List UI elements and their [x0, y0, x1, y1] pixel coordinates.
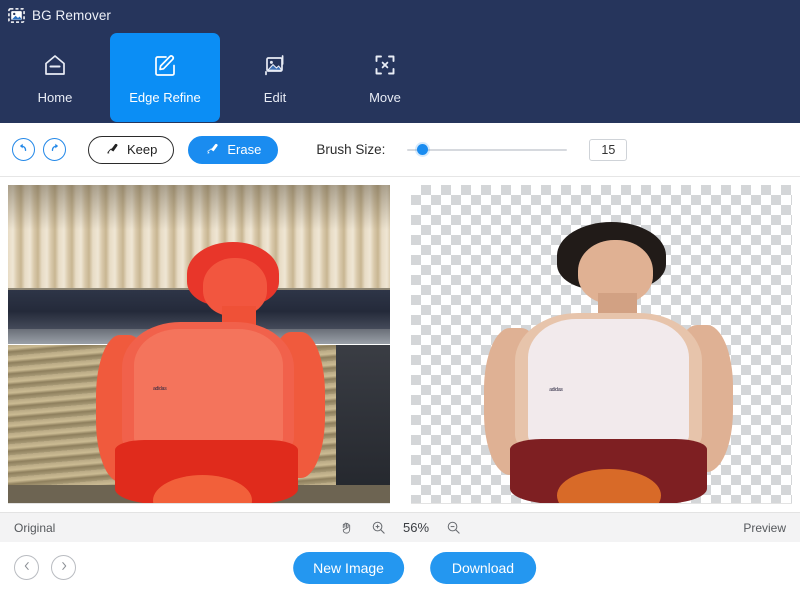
- image-placeholder-icon: [8, 7, 25, 24]
- brush-size-slider[interactable]: [407, 140, 568, 160]
- app-title: BG Remover: [32, 7, 112, 23]
- chevron-left-icon: [21, 559, 33, 577]
- slider-track: [407, 148, 568, 151]
- preview-label: Preview: [743, 520, 786, 535]
- undo-button[interactable]: [12, 138, 35, 161]
- zoom-in-icon[interactable]: [371, 520, 386, 535]
- status-bar: Original 56% Preview: [0, 512, 800, 542]
- preview-bottom-edge: [410, 503, 792, 504]
- nav-label-edge-refine: Edge Refine: [129, 90, 201, 105]
- hand-pan-icon[interactable]: [339, 520, 354, 535]
- zoom-level: 56%: [402, 520, 430, 535]
- undo-arrow-icon: [17, 141, 30, 159]
- keep-tool-label: Keep: [127, 142, 158, 157]
- title-bar: BG Remover: [0, 0, 800, 30]
- original-image-pane[interactable]: adidas: [8, 185, 390, 504]
- previous-image-button[interactable]: [14, 555, 39, 580]
- nav-item-edge-refine[interactable]: Edge Refine: [110, 33, 220, 122]
- footer-actions: New Image Download: [293, 551, 536, 584]
- preview-image-pane[interactable]: adidas: [410, 185, 792, 504]
- image-edit-icon: [260, 50, 290, 80]
- zoom-controls: 56%: [339, 520, 461, 535]
- nav-item-move[interactable]: Move: [330, 33, 440, 122]
- nav-label-move: Move: [369, 90, 401, 105]
- nav-item-edit[interactable]: Edit: [220, 33, 330, 122]
- erase-tool-button[interactable]: Erase: [188, 135, 279, 164]
- erase-tool-label: Erase: [227, 142, 262, 157]
- nav-label-home: Home: [37, 90, 73, 105]
- main-nav: Home Edge Refine Edit Move: [0, 30, 440, 123]
- brush-keep-icon: [105, 141, 120, 159]
- masked-subject: adidas: [8, 185, 390, 504]
- original-label: Original: [14, 520, 56, 535]
- footer-bar: New Image Download: [0, 542, 800, 593]
- download-button[interactable]: Download: [429, 551, 536, 584]
- chevron-right-icon: [58, 559, 70, 577]
- redo-button[interactable]: [43, 138, 66, 161]
- redo-arrow-icon: [48, 141, 61, 159]
- cutout-subject: adidas: [479, 211, 738, 504]
- slider-thumb[interactable]: [417, 144, 429, 155]
- brush-erase-icon: [205, 141, 220, 159]
- edit-pen-square-icon: [150, 50, 180, 80]
- brand-logo: adidas: [152, 385, 167, 392]
- nav-label-edit: Edit: [263, 90, 287, 105]
- nav-item-home[interactable]: Home: [0, 33, 110, 122]
- original-photo: adidas: [8, 185, 390, 504]
- cutout-brand-logo: adidas: [549, 386, 563, 393]
- next-image-button[interactable]: [51, 555, 76, 580]
- editor-canvas: adidas adidas: [0, 177, 800, 512]
- new-image-button[interactable]: New Image: [293, 551, 404, 584]
- bg-remover-window: BG Remover Home Edge Refine Edit Move Ke…: [0, 0, 800, 593]
- move-arrows-icon: [370, 50, 400, 80]
- zoom-out-icon[interactable]: [446, 520, 461, 535]
- cutout-tank-top: [528, 319, 690, 449]
- brush-size-input[interactable]: 15: [589, 138, 628, 161]
- brush-size-label: Brush Size:: [316, 142, 386, 157]
- edit-toolbar: Keep Erase Brush Size: 15: [0, 123, 800, 177]
- keep-tool-button[interactable]: Keep: [88, 135, 175, 164]
- app-header: BG Remover Home Edge Refine Edit Move: [0, 0, 800, 123]
- home-icon: [40, 50, 70, 80]
- pane-bottom-edge: [8, 503, 390, 504]
